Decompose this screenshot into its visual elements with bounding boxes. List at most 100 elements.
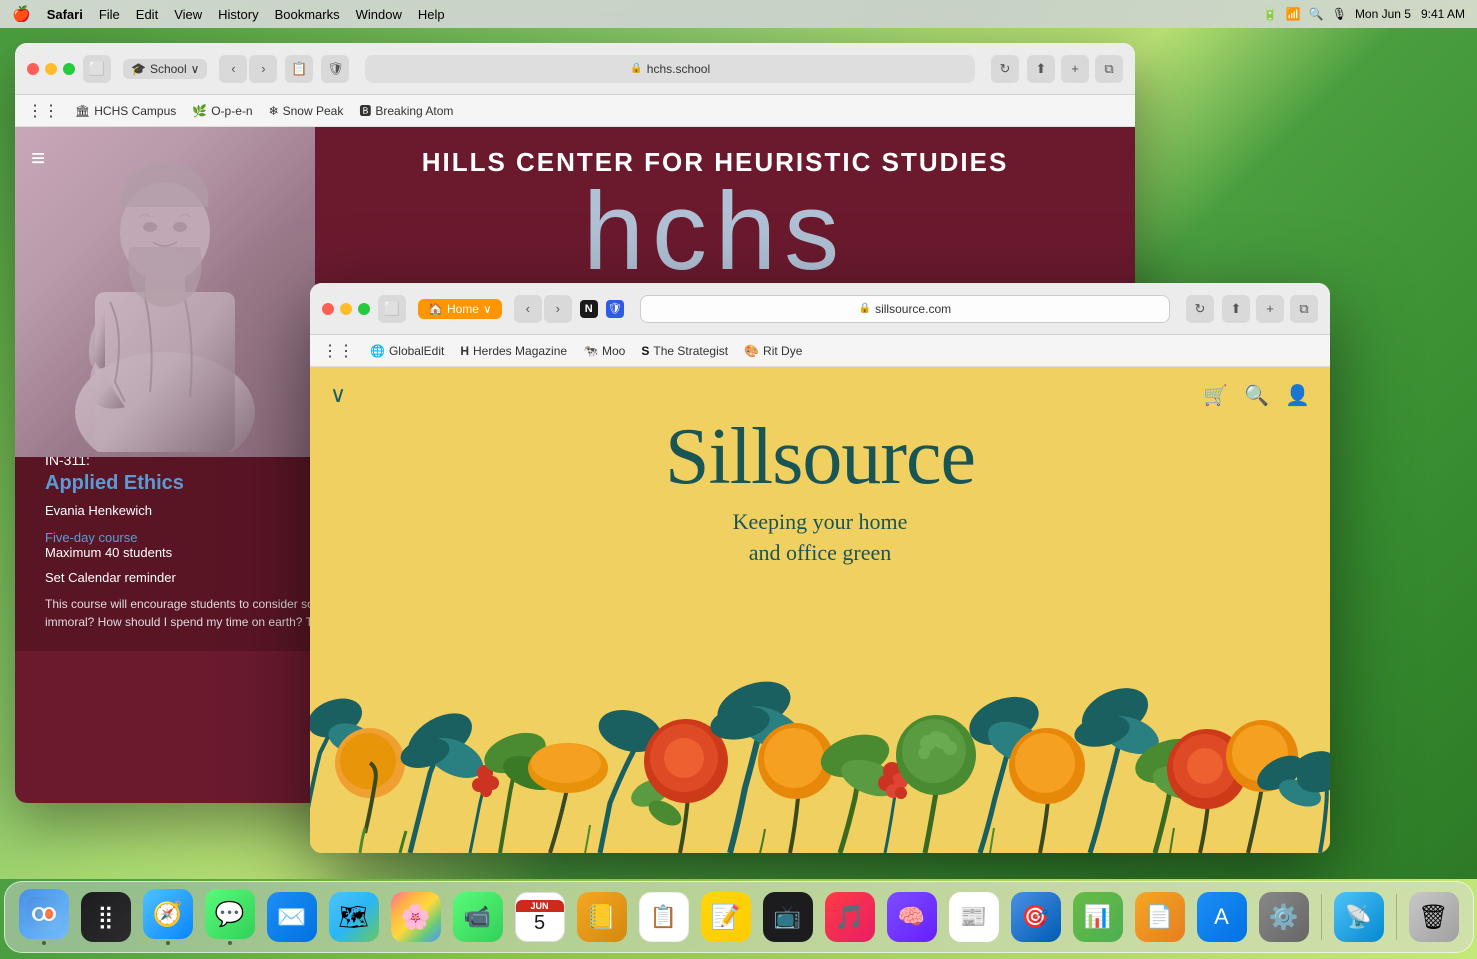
nav-arrows-sillsource: ‹ › bbox=[514, 295, 572, 323]
dock-item-facetime[interactable]: 📹 bbox=[449, 888, 507, 946]
bookmark-ritdye[interactable]: 🎨 Rit Dye bbox=[744, 344, 802, 358]
menu-window[interactable]: Window bbox=[356, 7, 402, 22]
mindnode-icon: 🧠 bbox=[887, 892, 937, 942]
battery-icon: 🔋 bbox=[1263, 7, 1278, 21]
siri-icon[interactable]: 🎙 bbox=[1332, 7, 1347, 21]
bookmark-snow-peak[interactable]: ❄ Snow Peak bbox=[269, 104, 344, 118]
minimize-button-sillsource[interactable] bbox=[340, 303, 352, 315]
tab-school[interactable]: 🎓 School ∨ bbox=[123, 59, 207, 79]
titlebar-hchs: ⬜ 🎓 School ∨ ‹ › 📋 🛡 🔒 hchs.school ↻ ⬆ bbox=[15, 43, 1135, 95]
bookmark-breaking-atom[interactable]: 🅱 Breaking Atom bbox=[359, 102, 453, 119]
search-icon[interactable]: 🔍 bbox=[1309, 7, 1324, 21]
menu-view[interactable]: View bbox=[174, 7, 202, 22]
search-icon-sillsource[interactable]: 🔍 bbox=[1244, 383, 1269, 408]
minimize-button-hchs[interactable] bbox=[45, 63, 57, 75]
keynote-icon: 🎯 bbox=[1011, 892, 1061, 942]
dock-item-music[interactable]: 🎵 bbox=[821, 888, 879, 946]
maximize-button-hchs[interactable] bbox=[63, 63, 75, 75]
dock-item-notes[interactable]: 📝 bbox=[697, 888, 755, 946]
nav-arrows-hchs: ‹ › bbox=[219, 55, 277, 83]
maximize-button-sillsource[interactable] bbox=[358, 303, 370, 315]
music-icon: 🎵 bbox=[825, 892, 875, 942]
tv-icon: 📺 bbox=[763, 892, 813, 942]
forward-button-hchs[interactable]: › bbox=[249, 55, 277, 83]
hchs-header-area: ≡ HILLS CENTER FOR HEURISTIC STUDIES hch… bbox=[15, 127, 1135, 307]
dock-item-messages[interactable]: 💬 bbox=[201, 888, 259, 946]
back-button-sillsource[interactable]: ‹ bbox=[514, 295, 542, 323]
dock-item-launchpad[interactable]: ⣿ bbox=[77, 888, 135, 946]
sidebar-toggle-sillsource[interactable]: ⬜ bbox=[378, 295, 406, 323]
photos-icon: 🌸 bbox=[391, 892, 441, 942]
cart-icon[interactable]: 🛒 bbox=[1203, 383, 1228, 408]
user-icon-sillsource[interactable]: 👤 bbox=[1285, 383, 1310, 408]
extension-icon-n[interactable]: N bbox=[580, 300, 598, 318]
dock-item-maps[interactable]: 🗺 bbox=[325, 888, 383, 946]
dock-item-sysprefs[interactable]: ⚙️ bbox=[1255, 888, 1313, 946]
reload-button-sillsource[interactable]: ↻ bbox=[1186, 295, 1214, 323]
tab-overview-sillsource[interactable]: ⧉ bbox=[1290, 295, 1318, 323]
share-button-sillsource[interactable]: ⬆ bbox=[1222, 295, 1250, 323]
address-bar-hchs[interactable]: 🔒 hchs.school bbox=[365, 55, 975, 83]
school-tab-label: School bbox=[150, 62, 187, 76]
dock-item-finder[interactable] bbox=[15, 888, 73, 946]
dock-item-tv[interactable]: 📺 bbox=[759, 888, 817, 946]
dock-item-numbers[interactable]: 📊 bbox=[1069, 888, 1127, 946]
bookmark-icon-breaking-atom: 🅱 bbox=[359, 102, 371, 119]
reload-button-hchs[interactable]: ↻ bbox=[991, 55, 1019, 83]
bookmark-hchs-campus[interactable]: 🏛 HCHS Campus bbox=[75, 104, 176, 118]
extension-icon-shield[interactable]: 🛡 bbox=[606, 300, 624, 318]
new-tab-button-sillsource[interactable]: + bbox=[1256, 295, 1284, 323]
dock-item-trash[interactable]: 🗑 bbox=[1405, 888, 1463, 946]
botanical-svg bbox=[310, 573, 1330, 853]
close-button-sillsource[interactable] bbox=[322, 303, 334, 315]
share-button-hchs[interactable]: ⬆ bbox=[1027, 55, 1055, 83]
dock-item-photos[interactable]: 🌸 bbox=[387, 888, 445, 946]
desktop: ⬜ 🎓 School ∨ ‹ › 📋 🛡 🔒 hchs.school ↻ ⬆ bbox=[0, 28, 1477, 879]
tab-overview-hchs[interactable]: ⧉ bbox=[1095, 55, 1123, 83]
menu-edit[interactable]: Edit bbox=[136, 7, 158, 22]
dock-item-news[interactable]: 📰 bbox=[945, 888, 1003, 946]
new-tab-button-hchs[interactable]: + bbox=[1061, 55, 1089, 83]
grid-icon-hchs: ⋮⋮ bbox=[27, 101, 59, 121]
dock-separator-2 bbox=[1396, 894, 1397, 940]
adblocker-hchs[interactable]: 🛡 bbox=[321, 55, 349, 83]
dock-item-pages[interactable]: 📄 bbox=[1131, 888, 1189, 946]
menu-file[interactable]: File bbox=[99, 7, 120, 22]
bookmark-globaledit[interactable]: 🌐 GlobalEdit bbox=[370, 344, 444, 358]
dock-item-reminders[interactable]: 📋 bbox=[635, 888, 693, 946]
menu-help[interactable]: Help bbox=[418, 7, 445, 22]
dock-item-safari[interactable]: 🧭 bbox=[139, 888, 197, 946]
bookmark-strategist[interactable]: S The Strategist bbox=[641, 344, 728, 358]
apple-menu[interactable]: 🍎 bbox=[12, 5, 31, 23]
home-tab-label: Home bbox=[447, 302, 479, 316]
dock-item-mail[interactable]: ✉️ bbox=[263, 888, 321, 946]
address-bar-sillsource[interactable]: 🔒 sillsource.com bbox=[640, 295, 1170, 323]
dock-item-calendar[interactable]: JUN 5 bbox=[511, 888, 569, 946]
dock-item-contacts[interactable]: 📒 bbox=[573, 888, 631, 946]
app-menu-safari[interactable]: Safari bbox=[47, 7, 83, 22]
sidebar-reader-hchs[interactable]: 📋 bbox=[285, 55, 313, 83]
menu-bookmarks[interactable]: Bookmarks bbox=[275, 7, 340, 22]
forward-button-sillsource[interactable]: › bbox=[544, 295, 572, 323]
sidebar-toggle-hchs[interactable]: ⬜ bbox=[83, 55, 111, 83]
safari-dot bbox=[166, 941, 170, 945]
tab-home[interactable]: 🏠 Home ∨ bbox=[418, 299, 502, 319]
sillsource-subtitle: Keeping your home and office green bbox=[733, 507, 908, 569]
bookmark-open[interactable]: 🌿 O-p-e-n bbox=[192, 104, 252, 118]
bookmark-icon-hchs-campus: 🏛 bbox=[75, 104, 90, 118]
bookmark-herdes[interactable]: H Herdes Magazine bbox=[460, 344, 567, 358]
finder-dot bbox=[42, 941, 46, 945]
back-button-hchs[interactable]: ‹ bbox=[219, 55, 247, 83]
hchs-title-area: HILLS CENTER FOR HEURISTIC STUDIES hchs bbox=[325, 147, 1105, 287]
dock-item-appstore[interactable]: A bbox=[1193, 888, 1251, 946]
close-button-hchs[interactable] bbox=[27, 63, 39, 75]
contacts-icon: 📒 bbox=[577, 892, 627, 942]
dock-item-airdrop[interactable]: 📡 bbox=[1330, 888, 1388, 946]
bookmark-icon-moo: 🐄 bbox=[583, 344, 598, 358]
dock-item-keynote[interactable]: 🎯 bbox=[1007, 888, 1065, 946]
menu-history[interactable]: History bbox=[218, 7, 258, 22]
tab-group-hchs: 🎓 School ∨ bbox=[123, 59, 207, 79]
dock-item-mindnode[interactable]: 🧠 bbox=[883, 888, 941, 946]
sillsource-menu-chevron[interactable]: ∨ bbox=[330, 382, 346, 408]
bookmark-moo[interactable]: 🐄 Moo bbox=[583, 344, 625, 358]
